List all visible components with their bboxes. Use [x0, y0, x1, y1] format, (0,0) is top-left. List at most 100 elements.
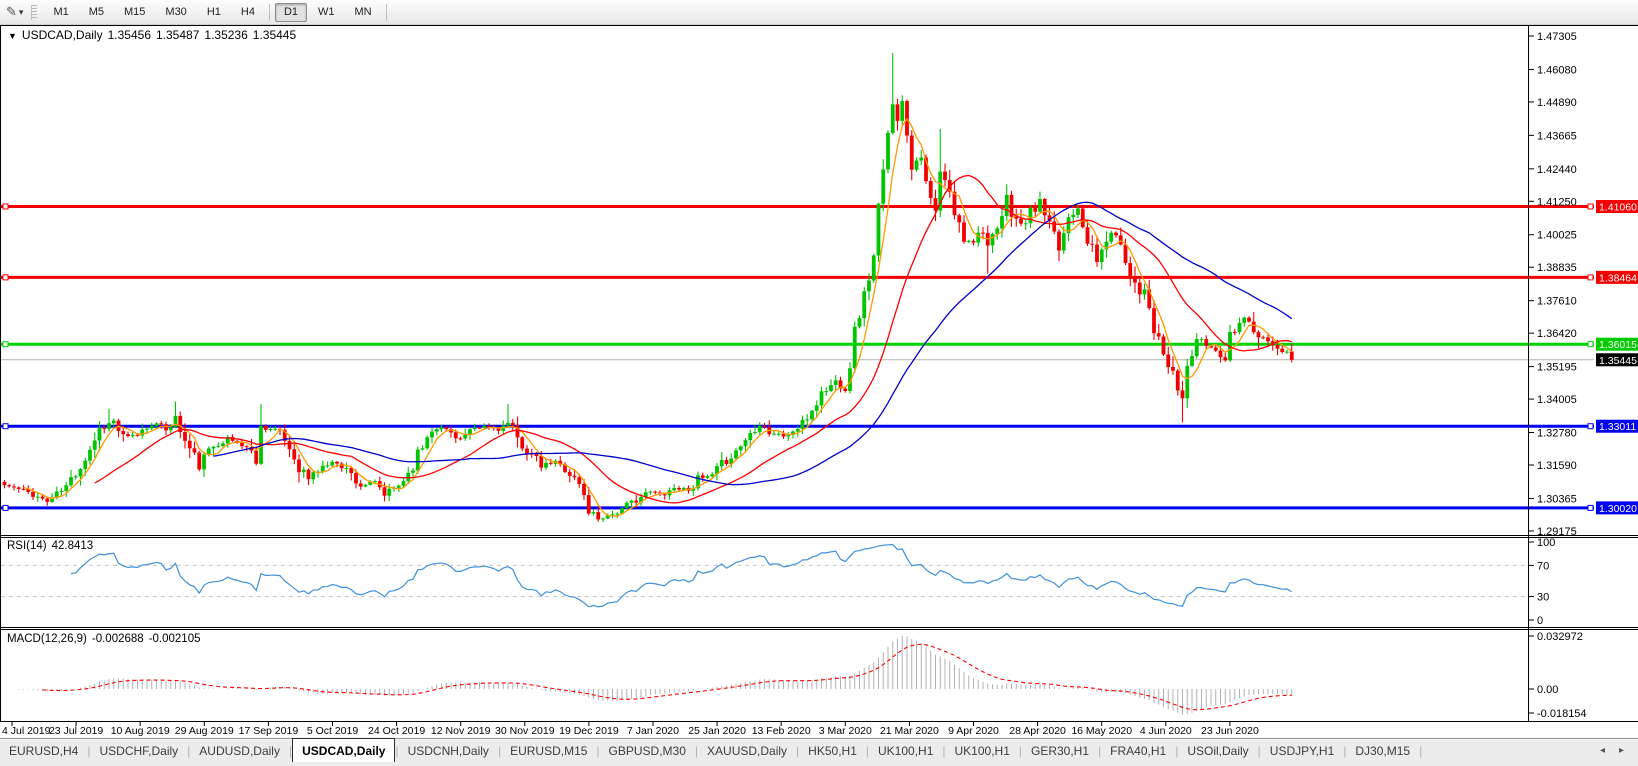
draw-tool-icon[interactable]: ✎: [6, 4, 17, 20]
date-label: 4 Jun 2020: [1140, 725, 1192, 737]
svg-text:70: 70: [1537, 560, 1549, 572]
svg-text:1.35445: 1.35445: [1599, 355, 1637, 367]
chart-symbol-label: USDCAD,Daily: [21, 28, 103, 42]
svg-text:0: 0: [1537, 615, 1543, 627]
svg-text:1.31590: 1.31590: [1537, 460, 1577, 472]
date-label: 7 Jan 2020: [627, 725, 679, 737]
svg-text:1.30020: 1.30020: [1599, 503, 1637, 515]
tab-separator: |: [1419, 743, 1423, 758]
svg-text:1.33011: 1.33011: [1599, 421, 1636, 433]
chart-tab-HK50-H1[interactable]: HK50,H1: [799, 739, 866, 762]
chart-tab-GER30-H1[interactable]: GER30,H1: [1022, 739, 1098, 762]
tab-scroll-left-icon[interactable]: ◂: [1600, 745, 1605, 756]
chart-tab-FRA40-H1[interactable]: FRA40,H1: [1101, 739, 1175, 762]
date-label: 23 Jun 2020: [1201, 725, 1259, 737]
chart-title: ▼ USDCAD,Daily 1.35456 1.35487 1.35236 1.3544…: [8, 28, 296, 42]
chart-tab-GBPUSD-M30[interactable]: GBPUSD,M30: [600, 739, 695, 762]
date-label: 30 Nov 2019: [495, 725, 555, 737]
chart-tab-XAUUSD-Daily[interactable]: XAUUSD,Daily: [698, 739, 796, 762]
date-label: 3 Mar 2020: [819, 725, 872, 737]
price-tag-1.35445: 1.35445: [1596, 353, 1638, 367]
toolbar-separator: [268, 3, 270, 21]
date-label: 16 May 2020: [1071, 725, 1132, 737]
svg-text:1.38835: 1.38835: [1537, 262, 1577, 274]
timeframe-button-M1[interactable]: M1: [44, 3, 77, 22]
date-label: 24 Oct 2019: [368, 725, 425, 737]
svg-text:1.36420: 1.36420: [1537, 328, 1577, 340]
date-label: 25 Jan 2020: [688, 725, 746, 737]
svg-text:1.43665: 1.43665: [1537, 130, 1577, 142]
svg-text:1.32780: 1.32780: [1537, 428, 1577, 440]
chart-background: [0, 25, 1638, 737]
date-label: 10 Aug 2019: [111, 725, 170, 737]
svg-text:0.00: 0.00: [1537, 684, 1558, 696]
rsi-value: 42.8413: [51, 540, 94, 552]
svg-text:0.032972: 0.032972: [1537, 631, 1583, 643]
chart-tab-USDJPY-H1[interactable]: USDJPY,H1: [1261, 739, 1343, 762]
price-tag-1.38464: 1.38464: [1596, 270, 1638, 284]
svg-text:1.44890: 1.44890: [1537, 97, 1577, 109]
svg-text:1.34005: 1.34005: [1537, 394, 1577, 406]
chart-canvas: 1.47305 1.46080 1.44890 1.43665 1.42440 1.412…: [0, 25, 1638, 737]
chart-tab-UK100-H1[interactable]: UK100,H1: [869, 739, 942, 762]
toolbar-grip[interactable]: [31, 4, 38, 20]
svg-text:1.47305: 1.47305: [1537, 31, 1577, 43]
toolbar-separator: [385, 3, 387, 21]
timeframe-button-M5[interactable]: M5: [80, 3, 113, 22]
chart-dropdown-icon[interactable]: ▼: [8, 31, 17, 41]
svg-text:1.46080: 1.46080: [1537, 64, 1577, 76]
ohlc-low: 1.35236: [204, 28, 248, 42]
timeframe-button-D1[interactable]: D1: [274, 2, 307, 22]
date-label: 21 Mar 2020: [880, 725, 939, 737]
chart-tab-USOil-Daily[interactable]: USOil,Daily: [1178, 739, 1257, 762]
svg-text:1.42440: 1.42440: [1537, 164, 1577, 176]
svg-text:1.35195: 1.35195: [1537, 362, 1577, 374]
timeframe-button-H4[interactable]: H4: [232, 3, 264, 22]
timeframe-buttons: M1 M5 M15 M30 H1 H4 D1 W1 MN: [43, 2, 390, 22]
macd-name: MACD(12,26,9): [7, 633, 87, 645]
price-tag-1.33011: 1.33011: [1596, 419, 1638, 433]
date-label: 13 Feb 2020: [752, 725, 811, 737]
chevron-down-icon[interactable]: ▾: [19, 7, 24, 18]
chart-tab-USDCHF-Daily[interactable]: USDCHF,Daily: [90, 739, 187, 762]
chart-tab-bar: EURUSD,H4 | USDCHF,Daily | AUDUSD,Daily | USDC…: [0, 738, 1638, 762]
timeframe-button-H1[interactable]: H1: [198, 3, 230, 22]
date-label: 12 Nov 2019: [431, 725, 491, 737]
date-label: 29 Aug 2019: [175, 725, 234, 737]
timeframe-toolbar: ✎ ▾ M1 M5 M15 M30 H1 H4 D1 W1 MN: [0, 0, 1638, 25]
svg-text:1.41250: 1.41250: [1537, 196, 1577, 208]
timeframe-button-M30[interactable]: M30: [156, 3, 195, 22]
chart-tab-USDCNH-Daily[interactable]: USDCNH,Daily: [399, 739, 498, 762]
date-label: 4 Jul 2019: [2, 725, 51, 737]
macd-main-value: -0.002688: [91, 633, 144, 645]
date-label: 9 Apr 2020: [948, 725, 999, 737]
tab-scroll-right-icon[interactable]: ▸: [1619, 745, 1624, 756]
svg-text:100: 100: [1537, 537, 1555, 549]
date-label: 17 Sep 2019: [239, 725, 299, 737]
svg-text:1.38464: 1.38464: [1599, 272, 1637, 284]
timeframe-button-MN[interactable]: MN: [346, 3, 381, 22]
timeframe-button-W1[interactable]: W1: [309, 3, 344, 22]
price-tag-1.30020: 1.30020: [1596, 501, 1638, 515]
chart-tab-EURUSD-H4[interactable]: EURUSD,H4: [0, 739, 87, 762]
price-tag-1.41060: 1.41060: [1596, 199, 1638, 213]
date-label: 23 Jul 2019: [49, 725, 103, 737]
svg-text:1.30365: 1.30365: [1537, 493, 1577, 505]
svg-text:30: 30: [1537, 592, 1549, 604]
timeframe-button-M15[interactable]: M15: [115, 3, 154, 22]
tab-scroll-arrows: ◂ ▸: [1600, 739, 1638, 762]
ohlc-close: 1.35445: [252, 28, 297, 42]
macd-indicator-label: MACD(12,26,9) -0.002688 -0.002105: [7, 633, 200, 645]
ohlc-open: 1.35456: [107, 28, 151, 42]
macd-signal-value: -0.002105: [148, 633, 201, 645]
chart-tab-UK100-H1[interactable]: UK100,H1: [946, 739, 1019, 762]
rsi-name: RSI(14): [7, 540, 47, 552]
svg-text:-0.018154: -0.018154: [1537, 708, 1587, 720]
svg-text:1.41060: 1.41060: [1599, 201, 1637, 213]
chart-tabs: EURUSD,H4 | USDCHF,Daily | AUDUSD,Daily | USDC…: [0, 738, 1423, 762]
svg-text:1.40025: 1.40025: [1537, 230, 1577, 242]
chart-tab-DJ30-M15[interactable]: DJ30,M15: [1346, 739, 1419, 762]
chart-tab-EURUSD-M15[interactable]: EURUSD,M15: [501, 739, 596, 762]
chart-tab-AUDUSD-Daily[interactable]: AUDUSD,Daily: [190, 739, 289, 762]
chart-tab-USDCAD-Daily[interactable]: USDCAD,Daily: [292, 738, 396, 762]
